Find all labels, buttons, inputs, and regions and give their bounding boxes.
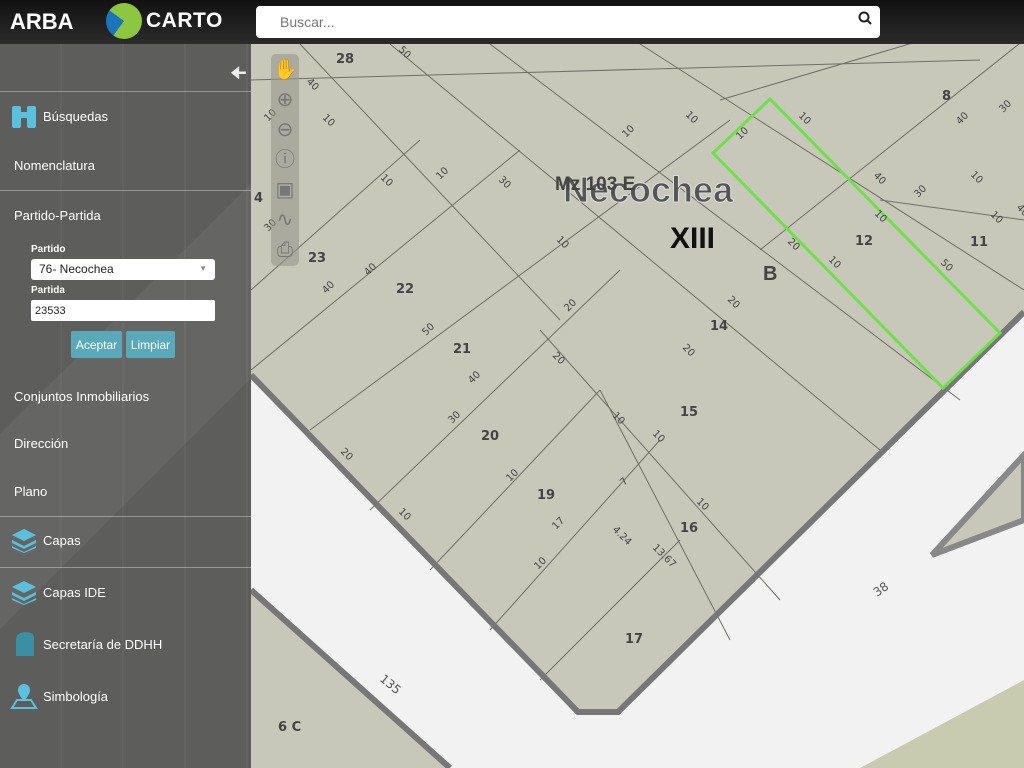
sidebar-item-partido-partida[interactable]: Partido-Partida	[14, 208, 101, 223]
partida-input[interactable]	[31, 300, 215, 321]
subsection-label: B	[763, 263, 777, 285]
search-input[interactable]	[256, 6, 880, 38]
print-icon[interactable]: ⎙	[273, 238, 297, 262]
parcel-label[interactable]: 21	[453, 342, 471, 357]
clear-button[interactable]: Limpiar	[126, 331, 175, 358]
parcel-label[interactable]: 4	[254, 191, 263, 206]
sidebar: 🠈 Búsquedas Nomenclatura Partido-Partida…	[0, 44, 251, 768]
parcel-label[interactable]: 16	[680, 521, 698, 536]
sidebar-item-nomenclatura[interactable]: Nomenclatura	[14, 158, 95, 173]
chevron-down-icon: ▼	[199, 264, 207, 273]
sidebar-item-busquedas[interactable]: Búsquedas	[43, 109, 108, 124]
parcel-label[interactable]: 14	[710, 319, 728, 334]
carto-logo: CARTO	[146, 9, 223, 32]
block-label: Mz 103 E	[555, 174, 635, 195]
map-toolbar: ✋ ⊕ ⊖ ⓘ ▣ ∿ ⎙	[271, 54, 299, 266]
layers-ide-icon	[12, 581, 36, 605]
partido-value: 76- Necochea	[39, 262, 114, 276]
section-label: XIII	[670, 222, 715, 255]
parcel-label[interactable]: 28	[336, 52, 354, 67]
search-icon[interactable]	[858, 11, 872, 25]
parcel-label[interactable]: 11	[970, 235, 988, 250]
parcel-label[interactable]: 22	[396, 282, 414, 297]
parcel-label[interactable]: 15	[680, 405, 698, 420]
partida-label: Partida	[31, 285, 65, 296]
parcel-label[interactable]: 12	[855, 234, 873, 249]
map-canvas[interactable]: 288232212 111421152019161746 C38135504010…	[251, 44, 1024, 768]
sidebar-item-conjuntos[interactable]: Conjuntos Inmobiliarios	[14, 389, 149, 404]
sidebar-item-ddhh[interactable]: Secretaría de DDHH	[43, 637, 162, 652]
parcel-label[interactable]: 17	[625, 632, 643, 647]
accept-button[interactable]: Aceptar	[71, 331, 122, 358]
zoom-in-icon[interactable]: ⊕	[273, 88, 297, 112]
parcel-label[interactable]: 19	[537, 488, 555, 503]
sidebar-item-simbologia[interactable]: Simbología	[43, 689, 108, 704]
arba-logo: ARBA	[10, 9, 74, 34]
top-bar: ARBA CARTO	[0, 0, 1024, 44]
extent-icon[interactable]: ▣	[273, 178, 297, 202]
partido-label: Partido	[31, 244, 66, 255]
sidebar-item-capas-ide[interactable]: Capas IDE	[43, 585, 106, 600]
partido-select[interactable]: 76- Necochea ▼	[31, 259, 215, 280]
measure-icon[interactable]: ∿	[273, 208, 297, 232]
map-pin-icon	[10, 684, 38, 709]
parcel-label[interactable]: 20	[481, 429, 499, 444]
info-icon[interactable]: ⓘ	[273, 148, 297, 172]
sidebar-item-capas[interactable]: Capas	[43, 533, 81, 548]
sidebar-item-direccion[interactable]: Dirección	[14, 436, 68, 451]
pan-hand-icon[interactable]: ✋	[273, 58, 298, 82]
layers-icon	[12, 529, 36, 553]
zoom-out-icon[interactable]: ⊖	[273, 118, 297, 142]
parcel-label[interactable]: 23	[308, 251, 326, 266]
arrow-left-icon[interactable]: 🠈	[230, 61, 247, 91]
ddhh-icon	[16, 632, 34, 656]
parcel-label[interactable]: 8	[942, 89, 951, 104]
sidebar-item-plano[interactable]: Plano	[14, 484, 47, 499]
parcel-label[interactable]: 6 C	[278, 720, 301, 735]
binoculars-icon	[12, 106, 36, 128]
carto-globe-icon	[106, 3, 142, 39]
